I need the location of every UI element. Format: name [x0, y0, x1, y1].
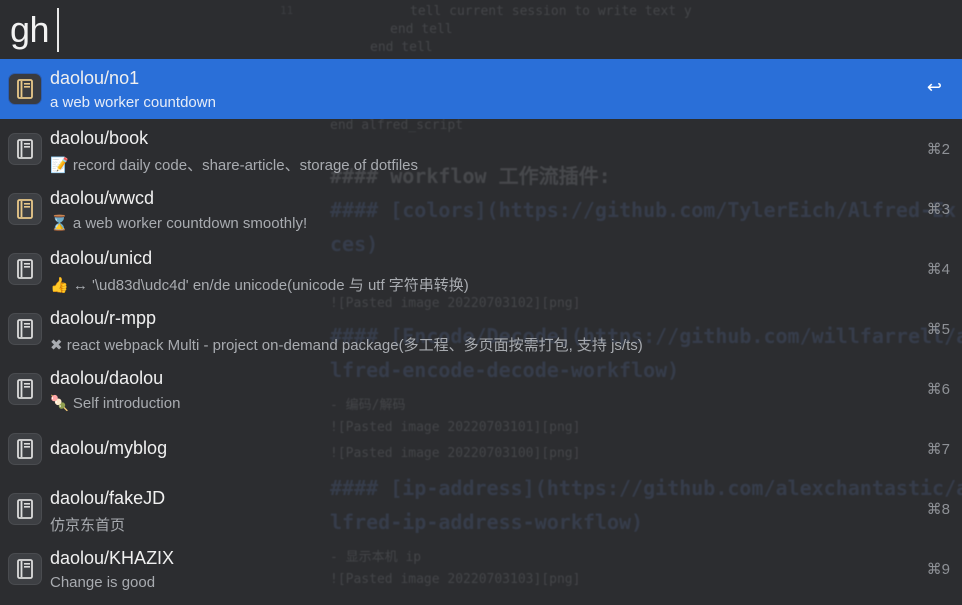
book-icon [8, 373, 42, 405]
shortcut-hint: ⌘5 [926, 321, 950, 338]
result-subtitle: ✖ react webpack Multi - project on-deman… [50, 337, 643, 354]
result-row[interactable]: daolou/daolou 🍡 Self introduction ⌘6 [0, 359, 962, 419]
result-title: daolou/fakeJD [50, 488, 166, 508]
book-icon [8, 313, 42, 345]
launcher-window: 11 tell current session to write text y … [0, 0, 962, 605]
result-subtitle: 📝 record daily code、share-article、storag… [50, 157, 419, 174]
shortcut-hint: ⌘7 [926, 441, 950, 458]
book-icon [8, 253, 42, 285]
result-subtitle: 仿京东首页 [50, 517, 126, 534]
result-title: daolou/book [50, 128, 149, 148]
book-icon [8, 73, 42, 105]
search-input[interactable]: gh [10, 11, 50, 48]
result-title: daolou/myblog [50, 438, 168, 458]
book-icon [8, 493, 42, 525]
result-subtitle: Change is good [50, 574, 156, 591]
book-icon [8, 553, 42, 585]
result-row[interactable]: daolou/KHAZIX Change is good ⌘9 [0, 539, 962, 599]
result-subtitle: 👍 ↔ '\ud83d\udc4d' en/de unicode(unicode… [50, 277, 469, 294]
result-row[interactable]: daolou/book 📝 record daily code、share-art… [0, 119, 962, 179]
result-title: daolou/r-mpp [50, 308, 157, 328]
result-subtitle: a web worker countdown [50, 94, 216, 111]
book-icon [8, 433, 42, 465]
result-row[interactable]: daolou/r-mpp ✖ react webpack Multi - proj… [0, 299, 962, 359]
return-key-hint: ↩ [926, 77, 942, 97]
result-row[interactable]: daolou/myblog ⌘7 [0, 419, 962, 479]
result-title: daolou/KHAZIX [50, 548, 175, 568]
text-caret [57, 7, 60, 52]
result-row[interactable]: daolou/unicd 👍 ↔ '\ud83d\udc4d' en/de uni… [0, 239, 962, 299]
result-row[interactable]: daolou/fakeJD 仿京东首页 ⌘8 [0, 479, 962, 539]
result-title: daolou/wwcd [50, 188, 155, 208]
result-row[interactable]: daolou/wwcd ⌛ a web worker countdown smoo… [0, 179, 962, 239]
shortcut-hint: ⌘8 [926, 501, 950, 518]
shortcut-hint: ⌘9 [926, 561, 950, 578]
shortcut-hint: ⌘2 [926, 141, 950, 158]
result-title: daolou/no1 [50, 68, 140, 88]
shortcut-hint: ⌘3 [926, 201, 950, 218]
result-title: daolou/unicd [50, 248, 153, 268]
shortcut-hint: ⌘4 [926, 261, 950, 278]
search-bar[interactable]: gh [0, 0, 962, 59]
result-title: daolou/daolou [50, 368, 164, 388]
result-subtitle: 🍡 Self introduction [50, 395, 181, 412]
book-icon [8, 133, 42, 165]
book-icon [8, 193, 42, 225]
result-row[interactable]: daolou/no1 a web worker countdown ↩ [0, 59, 962, 119]
results-list: daolou/no1 a web worker countdown ↩ daolou/… [0, 59, 962, 599]
result-subtitle: ⌛ a web worker countdown smoothly! [50, 215, 308, 232]
shortcut-hint: ⌘6 [926, 381, 950, 398]
